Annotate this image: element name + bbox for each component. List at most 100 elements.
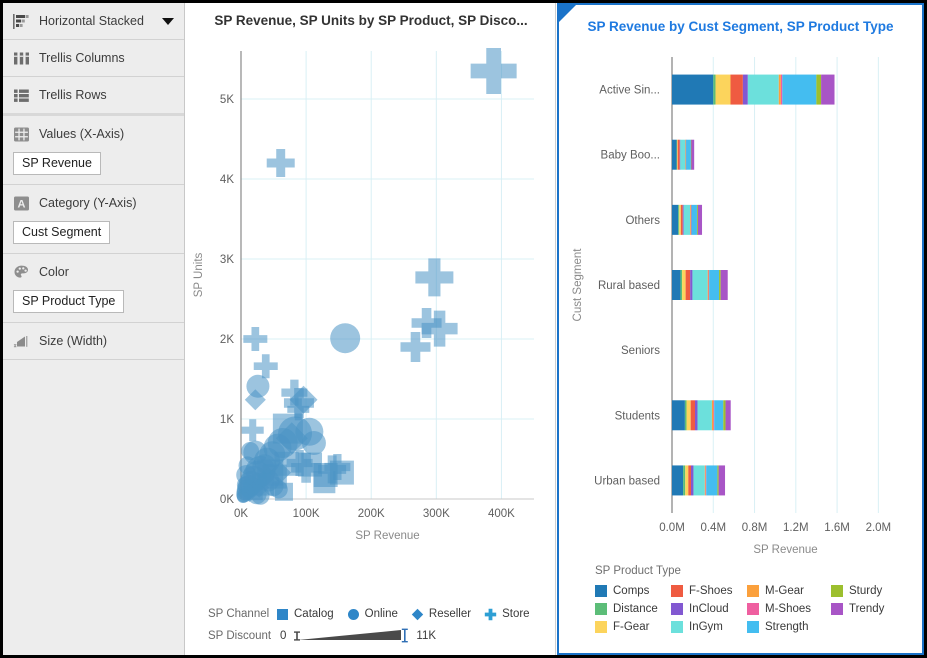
channel-legend-item[interactable]: Store: [484, 608, 530, 621]
shelf-label: Size (Width): [39, 334, 108, 348]
sp-discount-legend-title: SP Discount: [208, 630, 272, 642]
square-marker-icon: [277, 608, 288, 620]
shelf-values-x-axis[interactable]: Values (X-Axis) SP Revenue: [3, 116, 184, 185]
product-legend-item[interactable]: F-Shoes: [671, 585, 747, 597]
legend-title: SP Product Type: [595, 565, 681, 577]
svg-text:1.6M: 1.6M: [824, 522, 850, 534]
shelf-label: Trellis Rows: [39, 88, 107, 102]
bi-chart-designer-window: Horizontal Stacked Trellis Columns Trell…: [0, 0, 927, 658]
legend-swatch: [831, 603, 843, 615]
chart-config-sidebar: Horizontal Stacked Trellis Columns Trell…: [3, 3, 185, 655]
sp-channel-legend-title: SP Channel: [208, 608, 270, 620]
svg-text:SP Units: SP Units: [193, 252, 205, 297]
palette-icon: [14, 265, 28, 278]
svg-text:100K: 100K: [293, 508, 320, 520]
svg-text:Cust Segment: Cust Segment: [572, 248, 584, 322]
svg-text:200K: 200K: [358, 508, 385, 520]
scatter-legends: SP Channel Catalog Online Reseller Store SP…: [186, 603, 556, 647]
shelf-label: Values (X-Axis): [39, 127, 125, 141]
product-legend-item[interactable]: Strength: [747, 621, 831, 633]
legend-swatch: [595, 621, 607, 633]
legend-label: Strength: [765, 621, 809, 633]
svg-text:2.0M: 2.0M: [866, 522, 892, 534]
trellis-rows-icon: [14, 89, 29, 102]
svg-text:Others: Others: [625, 215, 660, 227]
product-legend-item[interactable]: InGym: [671, 621, 747, 633]
legend-swatch: [831, 585, 843, 597]
legend-label: M-Shoes: [765, 603, 812, 615]
legend-swatch: [671, 585, 683, 597]
svg-text:SP Revenue: SP Revenue: [355, 530, 419, 542]
chart-type-label: Horizontal Stacked: [39, 14, 144, 28]
bar-svg: 0.0M 0.4M 0.8M 1.2M 1.6M 2.0M Active Sin... Bab…: [572, 57, 892, 553]
bar-chart-panel[interactable]: SP Revenue by Cust Segment, SP Product T…: [557, 3, 924, 655]
svg-text:Baby Boo...: Baby Boo...: [601, 150, 660, 162]
channel-legend-label: Catalog: [294, 608, 334, 620]
shelf-label: Category (Y-Axis): [39, 196, 137, 210]
svg-text:2K: 2K: [220, 334, 234, 346]
legend-label: F-Gear: [613, 621, 650, 633]
horizontal-stacked-icon: [13, 13, 29, 29]
svg-text:1K: 1K: [220, 414, 234, 426]
product-legend-item[interactable]: Distance: [595, 603, 671, 615]
svg-text:Students: Students: [615, 410, 661, 422]
legend-swatch: [595, 585, 607, 597]
legend-swatch: [747, 603, 759, 615]
channel-legend-item[interactable]: Online: [347, 608, 398, 621]
circle-marker-icon: [347, 608, 359, 620]
channel-legend-item[interactable]: Reseller: [411, 608, 471, 621]
shelf-trellis-rows[interactable]: Trellis Rows: [3, 77, 184, 116]
legend-swatch: [671, 603, 683, 615]
legend-label: InCloud: [689, 603, 729, 615]
shelf-category-y-axis[interactable]: A Category (Y-Axis) Cust Segment: [3, 185, 184, 254]
shelf-size-width[interactable]: Size (Width): [3, 323, 184, 360]
discount-max-value: 11K: [416, 630, 437, 642]
svg-text:0.8M: 0.8M: [742, 522, 768, 534]
svg-text:Urban based: Urban based: [594, 475, 660, 487]
product-legend-item[interactable]: M-Shoes: [747, 603, 831, 615]
bar-chart-title: SP Revenue by Cust Segment, SP Product T…: [587, 19, 894, 34]
field-pill-cust-segment[interactable]: Cust Segment: [13, 221, 111, 244]
legend-swatch: [747, 621, 759, 633]
legend-label: F-Shoes: [689, 585, 733, 597]
chevron-down-icon[interactable]: [162, 17, 174, 25]
svg-text:Seniors: Seniors: [621, 345, 660, 357]
shelf-label: Color: [39, 265, 69, 279]
size-width-icon: [13, 335, 28, 347]
scatter-chart-panel[interactable]: SP Revenue, SP Units by SP Product, SP D…: [186, 3, 556, 655]
channel-legend-label: Store: [502, 608, 530, 620]
svg-text:1.2M: 1.2M: [783, 522, 809, 534]
product-legend-item[interactable]: Comps: [595, 585, 671, 597]
diamond-marker-icon: [411, 608, 424, 620]
trellis-columns-icon: [14, 52, 29, 64]
svg-text:Active Sin...: Active Sin...: [599, 85, 660, 97]
field-pill-sp-product-type[interactable]: SP Product Type: [13, 290, 125, 313]
field-pill-sp-revenue[interactable]: SP Revenue: [13, 152, 101, 175]
shelf-color[interactable]: Color SP Product Type: [3, 254, 184, 323]
values-measure-icon: [14, 127, 29, 141]
legend-label: Distance: [613, 603, 658, 615]
sp-product-type-legend: SP Product Type Comps F-Shoes M-Gear Sturdy…: [595, 565, 925, 633]
bar-plot-area[interactable]: 0.0M 0.4M 0.8M 1.2M 1.6M 2.0M Active Sin... Bab…: [559, 43, 922, 553]
sp-channel-legend: SP Channel Catalog Online Reseller Store: [186, 603, 556, 625]
chart-type-selector[interactable]: Horizontal Stacked: [3, 3, 184, 40]
legend-label: Trendy: [849, 603, 885, 615]
discount-size-ramp[interactable]: [291, 628, 411, 644]
shelf-trellis-columns[interactable]: Trellis Columns: [3, 40, 184, 77]
channel-legend-label: Reseller: [428, 608, 472, 620]
svg-text:3K: 3K: [220, 254, 234, 266]
channel-legend-label: Online: [364, 608, 398, 620]
svg-text:A: A: [18, 198, 26, 210]
scatter-plot-area[interactable]: 0K 1K 2K 3K 4K 5K 0K 100K 200K 300K 400K SP Revenue…: [186, 37, 556, 557]
product-legend-item[interactable]: M-Gear: [747, 585, 831, 597]
svg-text:0.0M: 0.0M: [659, 522, 685, 534]
product-legend-item[interactable]: InCloud: [671, 603, 747, 615]
product-legend-item[interactable]: Sturdy: [831, 585, 907, 597]
product-legend-item[interactable]: F-Gear: [595, 621, 671, 633]
legend-label: InGym: [689, 621, 723, 633]
product-legend-item[interactable]: Trendy: [831, 603, 907, 615]
channel-legend-item[interactable]: Catalog: [276, 608, 334, 621]
svg-text:0.4M: 0.4M: [700, 522, 726, 534]
svg-text:4K: 4K: [220, 174, 234, 186]
legend-label: Comps: [613, 585, 650, 597]
